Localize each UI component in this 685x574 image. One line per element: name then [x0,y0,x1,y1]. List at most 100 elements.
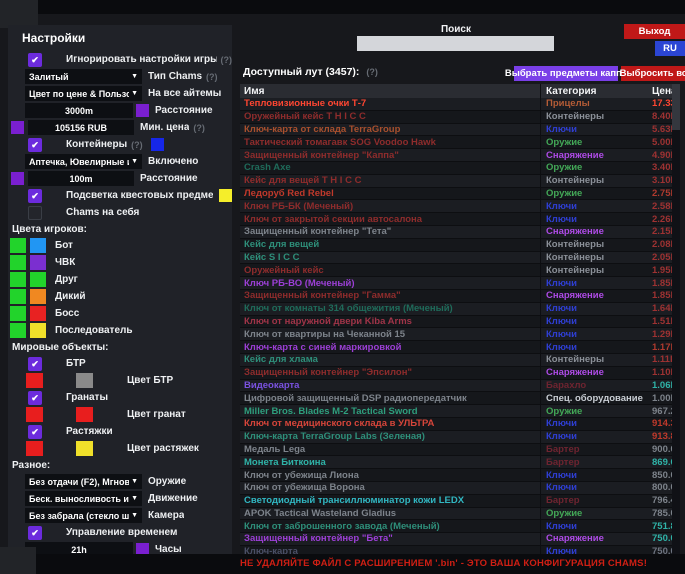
distance-input[interactable]: 3000m [25,103,133,118]
containers-color-swatch[interactable] [151,138,164,151]
player-color-swatch-secondary[interactable] [30,238,46,253]
table-row[interactable]: Ключ РБ-ВО (Меченый)Ключи1.85kk [240,277,672,290]
table-row[interactable]: Тактический томагавк SOG Voodoo HawkОруж… [240,136,672,149]
weapon-label: Оружие [148,476,186,487]
table-row[interactable]: Оружейный кейс T H I C CКонтейнеры8.40kk [240,111,672,124]
table-row[interactable]: Кейс для вещейКонтейнеры2.08kk [240,239,672,252]
table-row[interactable]: Кейс для хламаКонтейнеры1.11kk [240,354,672,367]
distance-color-swatch[interactable] [136,104,149,117]
checkbox-checked[interactable]: ✔ [28,189,42,203]
table-row[interactable]: Защищенный контейнер "Гамма"Снаряжение1.… [240,290,672,303]
drop-all-button[interactable]: Выбросить все [621,66,685,81]
language-button[interactable]: RU [655,41,685,56]
table-row[interactable]: APOK Tactical Wasteland GladiusОружие785… [240,508,672,521]
settings-title: Настройки [22,31,232,45]
tripwire-color-swatch-b[interactable] [76,441,93,456]
table-row[interactable]: Ключ от комнаты 314 общежития (Меченый)К… [240,303,672,316]
player-color-swatch-primary[interactable] [10,238,26,253]
min-price-label: Мин. цена [140,122,189,133]
table-row[interactable]: Ключ-карта с синей маркировкойКлючи1.17k… [240,341,672,354]
table-row[interactable]: Ключ от квартиры на Чеканной 15Ключи1.29… [240,328,672,341]
item-filter-dropdown[interactable]: Аптечка, Ювелирные и... ▼ [25,154,142,169]
table-row[interactable]: Ключ-карта от склада TerraGroupКлючи5.63… [240,124,672,137]
item-category: Контейнеры [540,354,652,366]
help-icon[interactable]: (?) [221,55,233,65]
camera-dropdown[interactable]: Без забрала (стекло шлема) ▼ [25,508,142,523]
help-icon[interactable]: (?) [206,72,218,82]
chams-type-dropdown[interactable]: Залитый ▼ [25,69,142,84]
table-row[interactable]: Светодиодный трансиллюминатор кожи LEDXБ… [240,495,672,508]
table-row[interactable]: Кейс S I C CКонтейнеры2.05kk [240,252,672,265]
table-row[interactable]: Оружейный кейсКонтейнеры1.95kk [240,264,672,277]
grenade-color-swatch-a[interactable] [26,407,43,422]
table-row[interactable]: Ключ от закрытой секции автосалонаКлючи2… [240,213,672,226]
table-scrollbar[interactable] [672,84,680,554]
column-header-name[interactable]: Имя [240,86,540,97]
table-row[interactable]: Защищенный контейнер "Эпсилон"Снаряжение… [240,367,672,380]
table-row[interactable]: Ключ-картаКлючи750.0k [240,546,672,554]
player-color-swatch-secondary[interactable] [30,323,46,338]
player-color-swatch-secondary[interactable] [30,306,46,321]
window-title-bar [0,0,685,14]
scrollbar-thumb[interactable] [672,84,680,130]
table-row[interactable]: Ключ от медицинского склада в УЛЬТРАКлюч… [240,418,672,431]
item-name: Медаль Lega [240,444,540,455]
table-row[interactable]: Защищенный контейнер "Каппа"Снаряжение4.… [240,149,672,162]
btr-color-swatch-b[interactable] [76,373,93,388]
player-color-label: Друг [55,274,78,285]
min-price-color-swatch[interactable] [11,121,24,134]
table-row[interactable]: Цифровой защищенный DSP радиопередатчикС… [240,392,672,405]
price-color-dropdown[interactable]: Цвет по цене & Пользователь ▼ [25,86,142,101]
min-price-input[interactable]: 105156 RUB [28,120,134,135]
table-row[interactable]: Ключ от наружной двери Kiba ArmsКлючи1.5… [240,316,672,329]
filter-distance-color-swatch[interactable] [11,172,24,185]
table-row[interactable]: Тепловизионные очки Т-7Прицелы17.33kk [240,98,672,111]
grenade-color-swatch-b[interactable] [76,407,93,422]
movement-dropdown[interactable]: Беск. выносливость и нет уста ▼ [25,491,142,506]
table-row[interactable]: Ледоруб Red RebelОружие2.75kk [240,188,672,201]
table-row[interactable]: Кейс для вещей T H I C CКонтейнеры3.10kk [240,175,672,188]
quest-highlight-label: Подсветка квестовых предметов [66,190,213,201]
filter-distance-input[interactable]: 100m [28,171,134,186]
player-color-swatch-primary[interactable] [10,289,26,304]
table-row[interactable]: Монета БиткоинаБартер869.6k [240,456,672,469]
column-header-category[interactable]: Категория [540,84,652,98]
search-input[interactable] [357,36,554,51]
checkbox-checked[interactable]: ✔ [28,526,42,540]
quest-highlight-color-swatch[interactable] [219,189,232,202]
weapon-dropdown[interactable]: Без отдачи (F2), Мгновенное п ▼ [25,474,142,489]
player-color-swatch-primary[interactable] [10,255,26,270]
btr-color-swatch-a[interactable] [26,373,43,388]
table-row[interactable]: ВидеокартаБарахло1.06kk [240,380,672,393]
checkbox-checked[interactable]: ✔ [28,138,42,152]
player-color-swatch-secondary[interactable] [30,272,46,287]
table-row[interactable]: Медаль LegaБартер900.0k [240,444,672,457]
checkbox-unchecked[interactable] [28,206,42,220]
table-row[interactable]: Ключ-карта TerraGroup Labs (Зеленая)Ключ… [240,431,672,444]
column-header-price[interactable]: Цена [652,86,672,97]
player-color-swatch-primary[interactable] [10,323,26,338]
table-row[interactable]: Защищенный контейнер "Тета"Снаряжение2.1… [240,226,672,239]
table-row[interactable]: Ключ РБ-БК (Меченый)Ключи2.58kk [240,200,672,213]
table-row[interactable]: Защищенный контейнер "Бета"Снаряжение750… [240,533,672,546]
table-row[interactable]: Ключ от убежища ВоронаКлючи800.0k [240,482,672,495]
checkbox-checked[interactable]: ✔ [28,425,42,439]
table-row[interactable]: Ключ от заброшенного завода (Меченый)Клю… [240,520,672,533]
checkbox-checked[interactable]: ✔ [28,357,42,371]
table-row[interactable]: Crash AxeОружие3.40kk [240,162,672,175]
checkbox-checked[interactable]: ✔ [28,53,42,67]
player-color-swatch-secondary[interactable] [30,255,46,270]
player-color-swatch-secondary[interactable] [30,289,46,304]
player-color-swatch-primary[interactable] [10,306,26,321]
select-kappa-items-button[interactable]: Выбрать предметы каппа [514,66,618,81]
player-color-swatch-primary[interactable] [10,272,26,287]
help-icon[interactable]: (?) [193,123,205,133]
checkbox-checked[interactable]: ✔ [28,391,42,405]
exit-button[interactable]: Выход [624,24,685,39]
help-icon[interactable]: (?) [131,140,143,150]
table-row[interactable]: Ключ от убежища ЛионаКлючи850.0k [240,469,672,482]
help-icon[interactable]: (?) [366,67,378,77]
tripwire-color-swatch-a[interactable] [26,441,43,456]
table-row[interactable]: Miller Bros. Blades M-2 Tactical SwordОр… [240,405,672,418]
item-price: 1.29kk [652,329,672,340]
